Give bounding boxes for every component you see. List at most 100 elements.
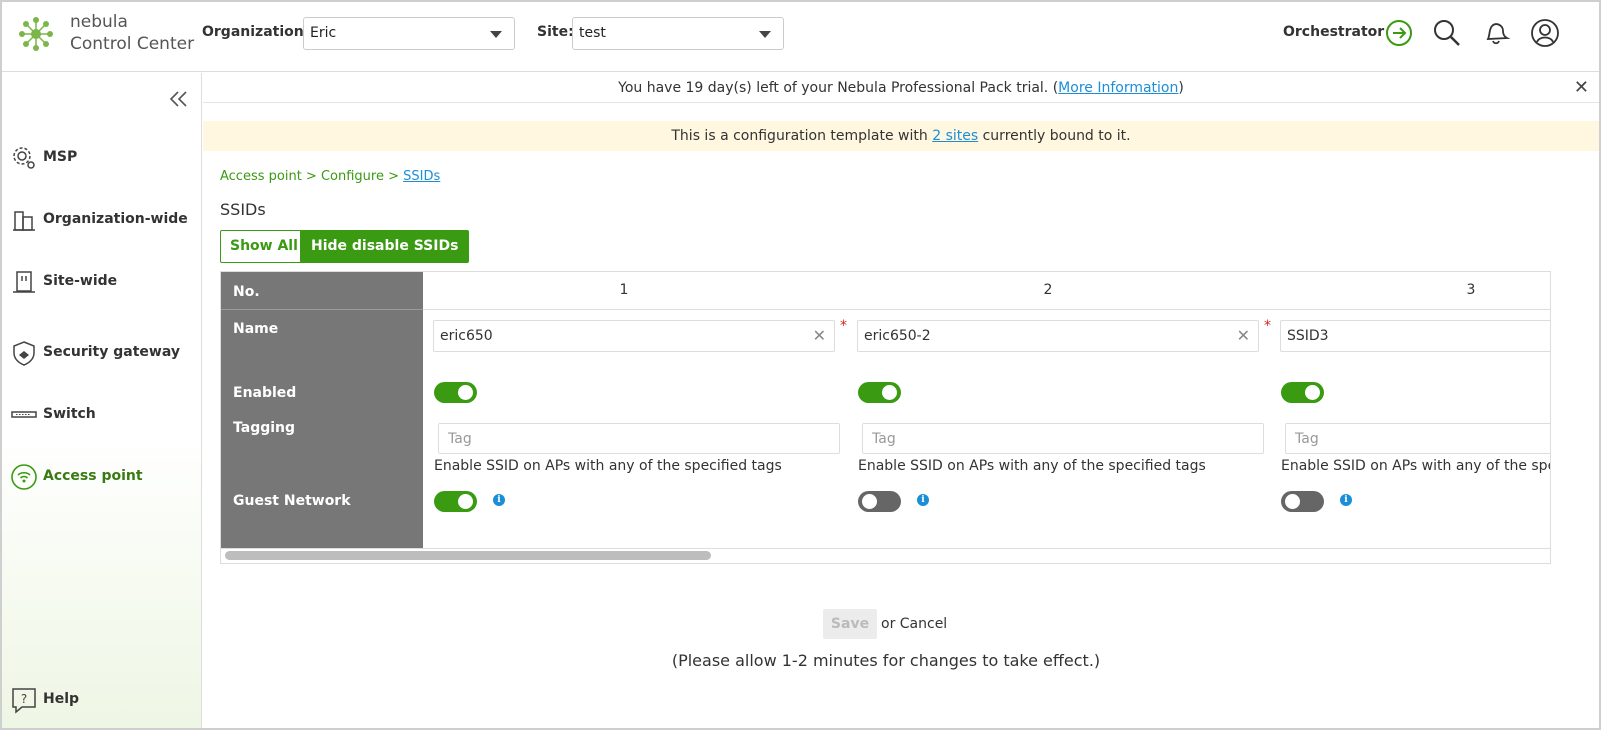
orchestrator-label[interactable]: Orchestrator (1283, 24, 1384, 40)
guest-network-toggle[interactable] (434, 491, 477, 512)
ssid-name-input[interactable]: SSID3 (1280, 320, 1550, 352)
required-marker: * (840, 318, 847, 334)
shield-icon (13, 341, 35, 366)
bound-sites-link[interactable]: 2 sites (932, 128, 978, 144)
info-icon[interactable]: i (917, 494, 929, 506)
sidebar: MSP Organization-wide Site-wide Security… (2, 73, 202, 728)
ssid-name-value: SSID3 (1287, 328, 1329, 344)
ssid-name-input[interactable]: eric650-2 ✕ (857, 320, 1259, 352)
close-icon[interactable]: ✕ (1574, 73, 1589, 103)
sidebar-item-label: MSP (43, 149, 78, 165)
brand-line-1: nebula (70, 12, 128, 32)
nebula-logo-icon (19, 17, 53, 51)
tag-hint: Enable SSID on APs with any of the speci… (858, 458, 1206, 474)
orchestrator-arrow-icon[interactable] (1383, 17, 1415, 49)
trial-notice: You have 19 day(s) left of your Nebula P… (203, 73, 1599, 103)
sidebar-item-help[interactable]: ? Help (2, 683, 201, 717)
organization-select[interactable]: Eric (303, 17, 515, 50)
site-icon (13, 271, 35, 293)
brand-line-2: Control Center (70, 34, 195, 54)
breadcrumb-separator: > (301, 169, 321, 184)
help-icon: ? (12, 688, 36, 714)
ssid-column-3: 3 SSID3 Tag Enable SSID on APs with any … (1270, 272, 1550, 548)
chevron-down-icon (759, 31, 771, 38)
tag-hint: Enable SSID on APs with any of the speci… (1281, 458, 1550, 474)
msp-gear-icon (13, 147, 35, 169)
divider (221, 309, 423, 310)
toggle-knob (458, 494, 473, 509)
tag-input[interactable]: Tag (1285, 423, 1550, 454)
toggle-knob (1285, 494, 1300, 509)
guest-network-toggle[interactable] (858, 491, 901, 512)
enabled-toggle[interactable] (434, 382, 477, 403)
chevron-down-icon (490, 31, 502, 38)
sidebar-item-label: Access point (43, 468, 143, 484)
tag-input[interactable]: Tag (862, 423, 1264, 454)
more-information-link[interactable]: More Information (1058, 80, 1178, 96)
sidebar-item-label: Site-wide (43, 273, 118, 289)
svg-text:?: ? (21, 692, 27, 706)
sidebar-item-label: Switch (43, 406, 96, 422)
sidebar-item-switch[interactable]: Switch (2, 398, 201, 432)
breadcrumb-access-point[interactable]: Access point (220, 169, 302, 184)
organization-label: Organization: (202, 24, 310, 40)
wifi-icon (11, 464, 37, 490)
ssid-number: 2 (1043, 282, 1053, 298)
tag-hint: Enable SSID on APs with any of the speci… (434, 458, 782, 474)
clear-icon[interactable]: ✕ (813, 326, 826, 345)
toggle-knob (882, 385, 897, 400)
row-header-tagging: Tagging (233, 420, 296, 436)
sidebar-item-organization-wide[interactable]: Organization-wide (2, 203, 201, 237)
banner-text: This is a configuration template with (671, 128, 933, 144)
top-header: nebula Control Center Organization: Eric… (2, 2, 1599, 72)
ssid-number: 1 (619, 282, 629, 298)
row-header-column: No. Name Enabled Tagging Guest Network (221, 272, 423, 548)
site-select[interactable]: test (572, 17, 784, 50)
app-frame: nebula Control Center Organization: Eric… (0, 0, 1601, 730)
trial-suffix: ) (1178, 80, 1184, 96)
breadcrumb-configure[interactable]: Configure (321, 169, 384, 184)
building-icon (13, 211, 35, 231)
ssid-number: 3 (1466, 282, 1476, 298)
row-header-enabled: Enabled (233, 385, 297, 401)
row-header-name: Name (233, 321, 279, 337)
clear-icon[interactable]: ✕ (1237, 326, 1250, 345)
sidebar-item-label: Organization-wide (43, 211, 188, 227)
ssid-column-2: 2 eric650-2 ✕ * Tag Enable SSID on APs w… (847, 272, 1271, 548)
guest-network-toggle[interactable] (1281, 491, 1324, 512)
row-header-guest-network: Guest Network (233, 493, 351, 509)
brand-name: nebula Control Center (70, 11, 194, 55)
ssid-name-value: eric650-2 (864, 328, 931, 344)
info-icon[interactable]: i (493, 494, 505, 506)
show-all-button[interactable]: Show All (220, 230, 308, 263)
sidebar-item-site-wide[interactable]: Site-wide (2, 265, 201, 299)
save-button[interactable]: Save (823, 609, 877, 639)
info-icon[interactable]: i (1340, 494, 1352, 506)
enabled-toggle[interactable] (858, 382, 901, 403)
user-account-icon[interactable] (1529, 17, 1561, 49)
ssid-name-input[interactable]: eric650 ✕ (433, 320, 835, 352)
breadcrumb: Access point > Configure > SSIDs (220, 169, 440, 184)
site-label: Site: (537, 24, 574, 40)
cancel-link[interactable]: or Cancel (881, 616, 947, 632)
sidebar-item-access-point[interactable]: Access point (2, 460, 201, 494)
sidebar-item-label: Security gateway (43, 344, 180, 360)
apply-delay-note: (Please allow 1-2 minutes for changes to… (671, 651, 1101, 670)
trial-text: You have 19 day(s) left of your Nebula P… (618, 80, 1059, 96)
organization-value: Eric (310, 25, 337, 41)
collapse-sidebar-icon[interactable] (168, 89, 190, 109)
scrollbar-thumb[interactable] (225, 551, 711, 560)
hide-disabled-ssids-button[interactable]: Hide disable SSIDs (300, 230, 470, 263)
tag-input[interactable]: Tag (438, 423, 840, 454)
enabled-toggle[interactable] (1281, 382, 1324, 403)
sidebar-item-security-gateway[interactable]: Security gateway (2, 336, 201, 370)
ssid-table: No. Name Enabled Tagging Guest Network 1… (220, 271, 1551, 564)
notification-bell-icon[interactable] (1480, 17, 1512, 49)
template-banner: This is a configuration template with 2 … (203, 121, 1599, 151)
switch-icon (11, 411, 37, 418)
sidebar-item-msp[interactable]: MSP (2, 141, 201, 175)
page-title: SSIDs (220, 200, 266, 219)
breadcrumb-ssids[interactable]: SSIDs (403, 169, 440, 184)
search-icon[interactable] (1431, 17, 1463, 49)
banner-suffix: currently bound to it. (982, 128, 1131, 144)
